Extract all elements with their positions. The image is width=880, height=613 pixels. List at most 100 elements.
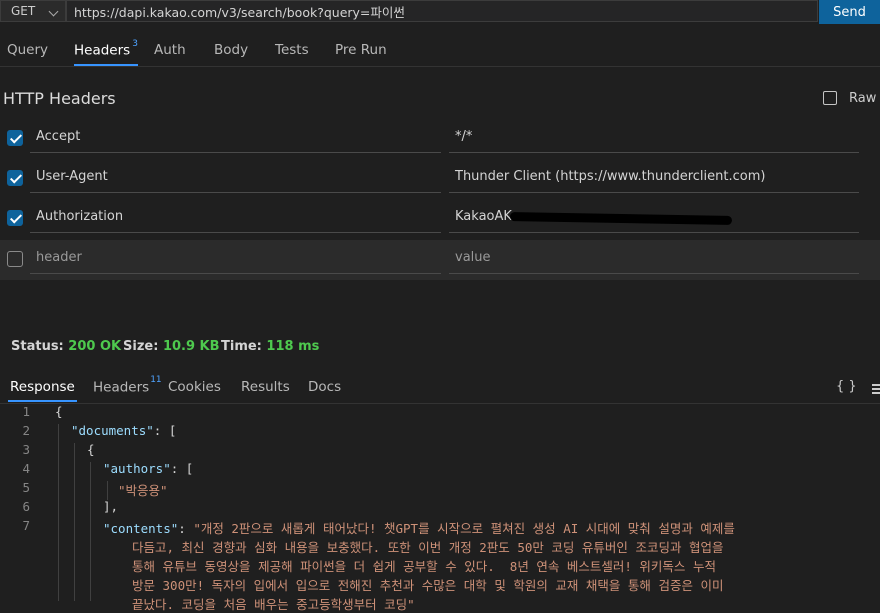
code-line-wrap: 끝났다. 코딩을 처음 배우는 중고등학생부터 코딩" <box>132 597 415 612</box>
time-label: Time: <box>221 339 262 354</box>
time-value: 118 ms <box>266 339 320 354</box>
json-key: "contents" <box>103 521 179 536</box>
value-underline <box>449 192 859 193</box>
active-tab-underline <box>74 64 138 66</box>
tab-body[interactable]: Body <box>214 42 248 58</box>
key-underline <box>30 192 441 193</box>
json-punct: : <box>178 521 194 536</box>
request-tabs: Query Headers 3 Auth Body Tests Pre Run <box>0 36 880 67</box>
indent-guide <box>107 481 108 500</box>
header-enabled-checkbox[interactable] <box>7 170 23 186</box>
header-enabled-checkbox[interactable] <box>7 251 23 267</box>
tab-label: Body <box>214 42 249 58</box>
tab-badge: 11 <box>150 375 162 385</box>
method-select[interactable]: GET <box>0 0 66 22</box>
chevron-down-icon <box>48 6 59 17</box>
format-json-icon[interactable]: { } <box>836 379 857 394</box>
tab-tests[interactable]: Tests <box>275 42 309 58</box>
indent-guide <box>74 443 75 601</box>
time-indicator: Time: 118 ms <box>221 339 319 354</box>
size-indicator: Size: 10.9 KB <box>123 339 220 354</box>
value-underline <box>449 152 859 153</box>
tab-pre-run[interactable]: Pre Run <box>335 42 387 58</box>
json-string: "개정 2판으로 새롭게 태어났다! 챗GPT를 시작으로 펼쳐진 생성 AI … <box>193 521 735 536</box>
send-button[interactable]: Send <box>819 0 880 24</box>
line-number: 1 <box>22 404 30 419</box>
code-line: { <box>55 404 63 419</box>
tab-headers[interactable]: Headers 3 <box>74 39 138 66</box>
menu-icon[interactable] <box>872 384 880 394</box>
header-key[interactable]: User-Agent <box>36 169 108 184</box>
tab-response-headers[interactable]: Headers11 <box>93 375 162 396</box>
tab-label: Query <box>7 42 49 58</box>
line-number: 4 <box>22 461 30 476</box>
header-key-input[interactable]: header <box>36 250 82 265</box>
tab-docs[interactable]: Docs <box>308 379 341 395</box>
header-enabled-checkbox[interactable] <box>7 210 23 226</box>
tab-auth[interactable]: Auth <box>154 42 186 58</box>
header-row: Accept */* <box>0 119 880 159</box>
tab-label: Headers <box>93 379 150 396</box>
tab-label: Auth <box>154 42 186 58</box>
code-line: "documents": [ <box>71 423 176 438</box>
raw-label: Raw <box>849 91 877 106</box>
tab-label: Results <box>241 379 290 395</box>
tab-response[interactable]: Response <box>8 379 77 402</box>
header-value-input[interactable]: value <box>455 250 491 265</box>
header-value[interactable]: */* <box>455 129 472 144</box>
code-line: "contents": "개정 2판으로 새롭게 태어났다! 챗GPT를 시작으… <box>103 518 735 537</box>
code-line: ], <box>103 499 119 514</box>
tab-cookies[interactable]: Cookies <box>168 379 221 395</box>
request-bar: GET https://dapi.kakao.com/v3/search/boo… <box>0 0 880 28</box>
json-key: "documents" <box>71 423 154 438</box>
header-row: User-Agent Thunder Client (https://www.t… <box>0 159 880 199</box>
header-row: Authorization KakaoAK <box>0 199 880 239</box>
tab-label: Pre Run <box>335 42 387 58</box>
status-label: Status: <box>11 339 64 354</box>
key-underline <box>30 152 441 153</box>
active-tab-underline <box>8 400 77 402</box>
response-body[interactable]: 1 2 3 4 5 6 7 { "documents": [ { "author… <box>0 404 880 612</box>
value-underline <box>449 273 859 274</box>
line-number: 5 <box>22 480 30 495</box>
json-key: "authors" <box>103 461 171 476</box>
header-enabled-checkbox[interactable] <box>7 130 23 146</box>
header-row-new: header value <box>0 240 880 280</box>
code-line-wrap: 방문 300만! 독자의 입에서 입으로 전해진 추천과 수많은 대학 및 학원… <box>132 578 724 593</box>
tab-label: Tests <box>275 42 309 58</box>
size-label: Size: <box>123 339 159 354</box>
tab-label: Docs <box>308 379 342 395</box>
raw-checkbox[interactable] <box>823 91 837 105</box>
tab-label: Cookies <box>168 379 221 395</box>
indent-guide <box>58 424 59 601</box>
code-line-wrap: 다듬고, 최신 경향과 심화 내용을 보충했다. 또한 이번 개정 2판도 50… <box>132 540 724 555</box>
section-title: HTTP Headers <box>3 89 116 108</box>
tab-results[interactable]: Results <box>241 379 290 395</box>
tab-query[interactable]: Query <box>7 42 48 58</box>
method-value: GET <box>11 4 36 18</box>
line-number: 3 <box>22 442 30 457</box>
status-value: 200 OK <box>68 339 122 354</box>
header-value[interactable]: KakaoAK <box>455 209 512 224</box>
json-punct: : [ <box>153 423 177 438</box>
size-value: 10.9 KB <box>162 339 220 354</box>
line-number: 2 <box>22 423 30 438</box>
line-number: 6 <box>22 499 30 514</box>
header-key[interactable]: Accept <box>36 129 80 144</box>
value-underline <box>449 232 859 233</box>
code-line: { <box>87 442 95 457</box>
status-indicator: Status: 200 OK <box>11 339 121 354</box>
tab-label: Response <box>10 379 75 395</box>
url-input[interactable]: https://dapi.kakao.com/v3/search/book?qu… <box>66 0 818 22</box>
code-line-wrap: 통해 유튜브 동영상을 제공해 파이썬을 더 쉽게 공부할 수 있다. 8년 연… <box>132 559 716 574</box>
header-key[interactable]: Authorization <box>36 209 123 224</box>
tab-label: Headers <box>74 42 131 59</box>
code-line: "박응용" <box>118 483 168 498</box>
header-value[interactable]: Thunder Client (https://www.thunderclien… <box>455 169 765 184</box>
line-number: 7 <box>22 518 30 533</box>
code-line: "authors": [ <box>103 461 193 476</box>
key-underline <box>30 232 441 233</box>
key-underline <box>30 273 441 274</box>
json-punct: : [ <box>170 461 194 476</box>
indent-guide <box>90 462 91 601</box>
